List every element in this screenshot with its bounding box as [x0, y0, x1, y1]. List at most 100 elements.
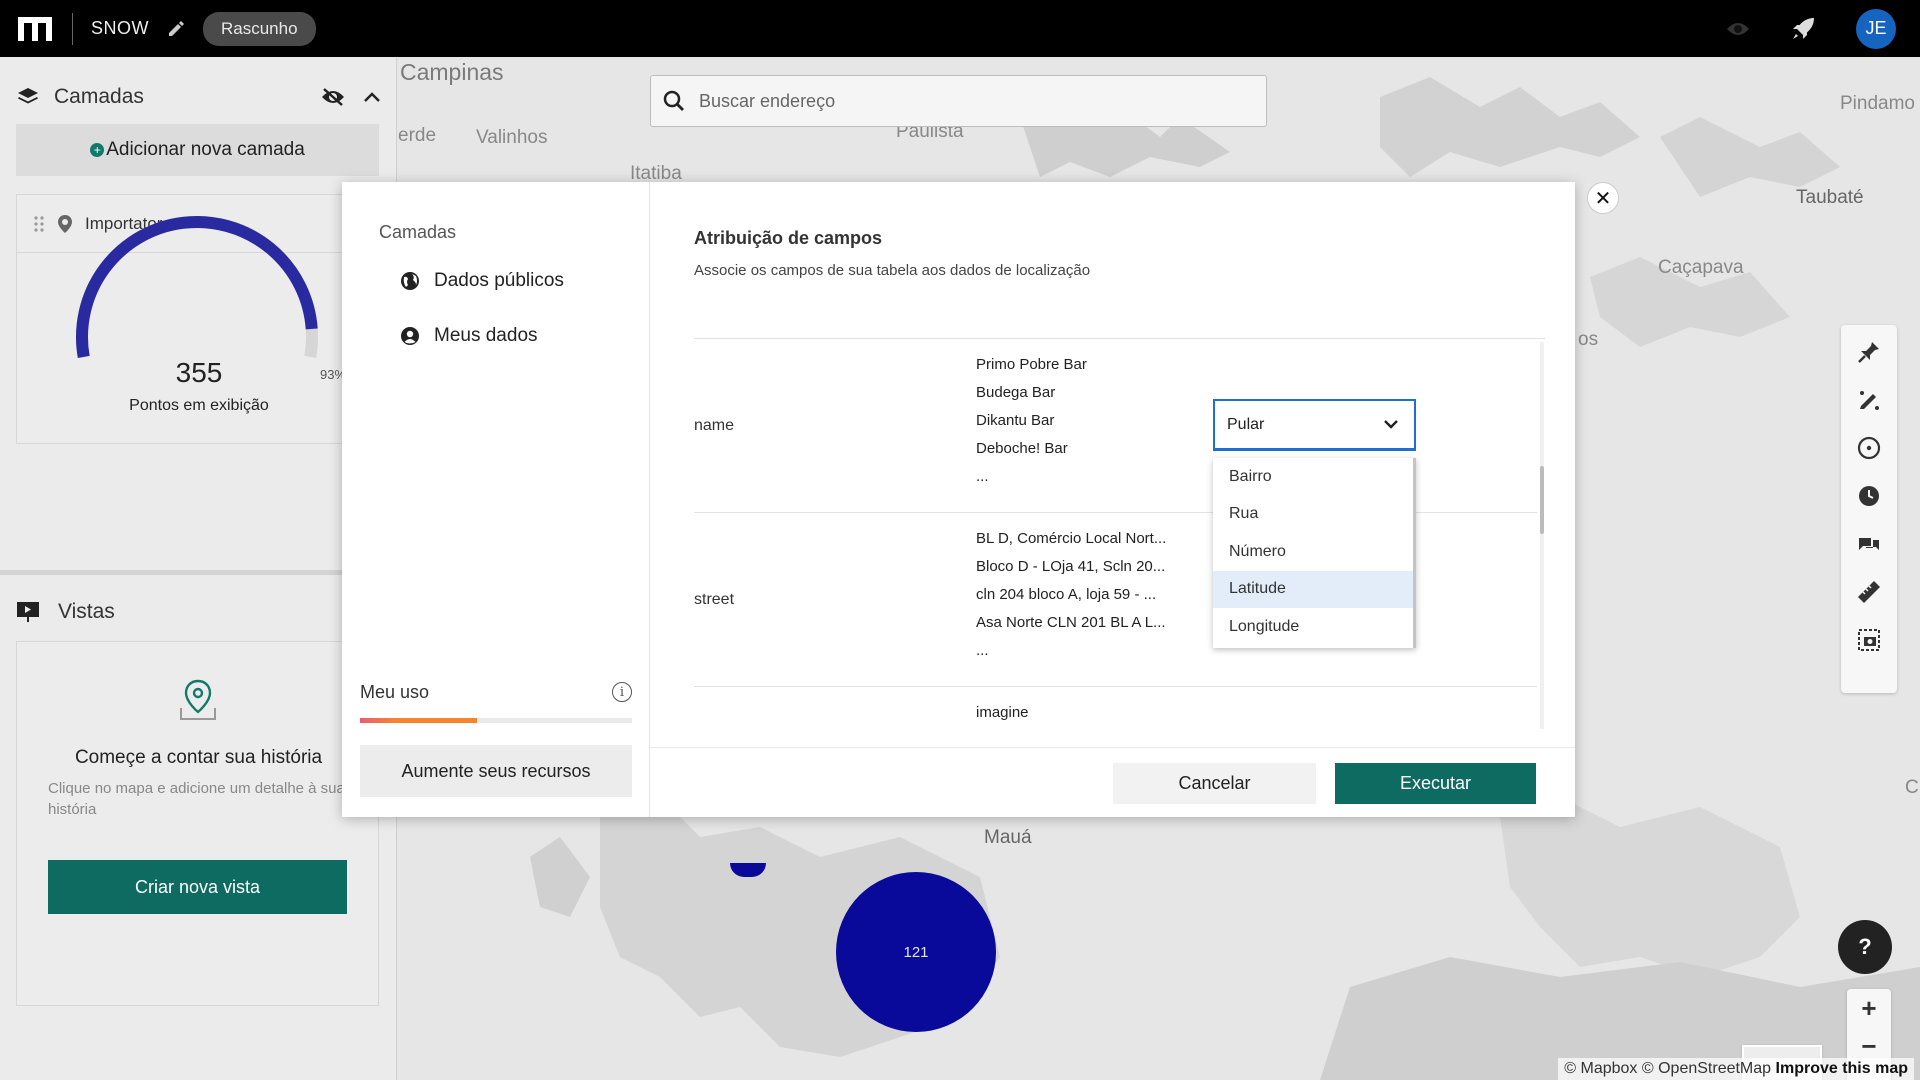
nav-item-my-data[interactable]: Meus dados	[400, 325, 538, 347]
presentation-icon	[17, 602, 39, 622]
create-view-button[interactable]: Criar nova vista	[48, 860, 347, 914]
sample-value: Primo Pobre Bar	[976, 356, 1087, 373]
dropdown-option-numero[interactable]: Número	[1213, 533, 1413, 571]
field-name: name	[694, 417, 735, 434]
location-pin-icon	[180, 679, 216, 720]
field-type-select[interactable]: Pular	[1213, 399, 1416, 451]
views-header: Vistas	[16, 592, 115, 632]
sample-value: ...	[976, 642, 989, 659]
project-name[interactable]: SNOW	[91, 18, 149, 39]
sample-value: cln 204 bloco A, loja 59 - ...	[976, 586, 1157, 603]
circle-tool[interactable]	[1856, 435, 1882, 461]
close-icon[interactable]: ✕	[1587, 182, 1619, 214]
attribution-text: © Mapbox © OpenStreetMap	[1564, 1060, 1772, 1077]
comment-tool[interactable]	[1856, 531, 1882, 557]
search-icon	[663, 90, 684, 111]
measure-tool[interactable]	[1856, 579, 1882, 605]
clock-icon	[1859, 486, 1879, 506]
zoom-in-button[interactable]: +	[1847, 989, 1891, 1027]
layers-icon	[18, 88, 38, 104]
circle-icon	[1857, 436, 1881, 460]
map-label-os: os	[1578, 329, 1599, 350]
dropdown-option-rua[interactable]: Rua	[1213, 496, 1413, 534]
divider	[72, 12, 73, 45]
chevron-up-icon[interactable]	[363, 91, 381, 103]
views-empty-title: Começe a contar sua história	[74, 747, 323, 768]
modal-subtitle: Associe os campos de sua tabela aos dado…	[694, 262, 1091, 279]
pin-tool[interactable]	[1856, 339, 1882, 365]
field-samples: Primo Pobre Bar Budega Bar Dikantu Bar D…	[976, 351, 1087, 491]
sample-value: Bloco D - LOja 41, Scln 20...	[976, 558, 1166, 575]
info-icon[interactable]: i	[612, 682, 632, 702]
run-button[interactable]: Executar	[1335, 763, 1536, 804]
help-button[interactable]: ?	[1838, 920, 1892, 974]
user-circle-icon	[401, 327, 419, 345]
usage-label: Meu uso	[360, 682, 430, 702]
cluster-marker[interactable]: 121	[836, 872, 996, 1032]
dropdown-option-bairro[interactable]: Bairro	[1213, 458, 1413, 496]
chat-icon	[1859, 538, 1879, 550]
map-label-campinas: Campinas	[400, 59, 504, 85]
upgrade-button[interactable]: Aumente seus recursos	[360, 745, 632, 797]
nav-item-label: Meus dados	[434, 325, 538, 346]
field-samples: BL D, Comércio Local Nort... Bloco D - L…	[976, 525, 1166, 665]
user-avatar[interactable]: JE	[1856, 8, 1896, 49]
top-bar: SNOW Rascunho JE	[0, 0, 1920, 57]
map-label-erde: erde	[398, 125, 437, 146]
map-label-valinhos: Valinhos	[476, 127, 548, 148]
gauge-track	[76, 216, 318, 359]
chevron-down-icon	[1384, 420, 1398, 429]
section-divider	[0, 570, 397, 575]
screenshot-icon	[1858, 629, 1880, 651]
views-title: Vistas	[58, 600, 115, 623]
rocket-icon[interactable]	[1790, 16, 1816, 42]
draw-tool[interactable]	[1856, 387, 1882, 413]
draft-status-badge[interactable]: Rascunho	[203, 11, 316, 46]
eye-icon[interactable]	[1726, 20, 1750, 38]
search-input[interactable]	[699, 90, 1239, 112]
sample-value: ...	[976, 468, 989, 485]
map-label-maua: Mauá	[984, 827, 1032, 848]
field-type-dropdown: Bairro Rua Número Latitude Longitude	[1213, 458, 1416, 648]
modal-footer: Cancelar Executar	[650, 747, 1575, 817]
improve-map-link[interactable]: Improve this map	[1776, 1060, 1908, 1077]
field-samples: imagine	[976, 699, 1029, 727]
scrollbar-track[interactable]	[1540, 342, 1544, 729]
time-tool[interactable]	[1856, 483, 1882, 509]
dropdown-option-longitude[interactable]: Longitude	[1213, 608, 1413, 646]
pin-icon	[1858, 342, 1879, 363]
views-empty-card: Começe a contar sua história Clique no m…	[16, 641, 379, 1006]
nav-item-public-data[interactable]: Dados públicos	[400, 270, 564, 292]
gauge-fill	[76, 216, 318, 359]
sample-value: Budega Bar	[976, 384, 1056, 401]
eye-off-icon[interactable]	[321, 87, 345, 107]
field-mapping-modal: Camadas Dados públicos Meus dados Meu us…	[342, 182, 1575, 817]
map-attribution: © Mapbox © OpenStreetMap Improve this ma…	[1558, 1058, 1914, 1080]
modal-title: Atribuição de campos	[694, 228, 883, 248]
map-label-c: C	[1905, 777, 1919, 798]
drag-handle-icon[interactable]	[33, 215, 45, 233]
scrollbar-thumb[interactable]	[1540, 466, 1544, 534]
map-label-cacapava: Caçapava	[1658, 257, 1744, 278]
map-label-pindamo: Pindamo	[1840, 93, 1915, 114]
select-value: Pular	[1227, 415, 1265, 433]
nav-item-label: Dados públicos	[434, 270, 564, 291]
map-label-taubate: Taubaté	[1796, 187, 1864, 208]
usage-bar-fill	[360, 718, 477, 723]
views-empty-description: Clique no mapa e adicione um detalhe à s…	[48, 780, 345, 818]
screenshot-tool[interactable]	[1856, 627, 1882, 653]
usage-bar	[360, 718, 632, 723]
nav-group-title: Camadas	[379, 222, 457, 242]
sample-value: Dikantu Bar	[976, 412, 1055, 429]
layers-header: Camadas	[16, 77, 381, 117]
sample-value: Deboche! Bar	[976, 440, 1068, 457]
cancel-button[interactable]: Cancelar	[1113, 763, 1316, 804]
map-toolbar	[1841, 325, 1897, 693]
left-sidebar: Camadas + Adicionar nova camada Importat…	[0, 57, 397, 1080]
dropdown-option-latitude[interactable]: Latitude	[1213, 570, 1413, 608]
logo-icon[interactable]	[16, 15, 54, 43]
address-search[interactable]	[650, 75, 1267, 127]
pencil-icon[interactable]	[167, 20, 185, 38]
field-name: street	[694, 591, 735, 608]
field-mapping-table: name Primo Pobre Bar Budega Bar Dikantu …	[694, 338, 1545, 729]
